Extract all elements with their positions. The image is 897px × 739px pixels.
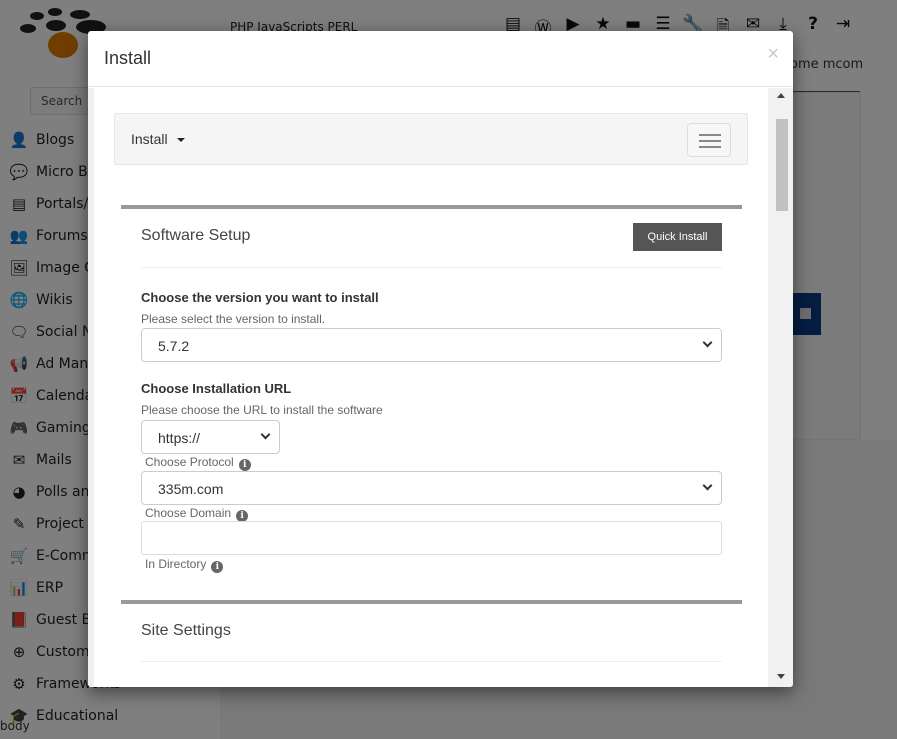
version-select-value: 5.7.2 xyxy=(158,338,190,354)
caret-down-icon xyxy=(176,138,185,143)
install-subnav: Install xyxy=(114,113,748,165)
section-divider xyxy=(141,661,722,662)
version-label: Choose the version you want to install xyxy=(141,290,379,305)
menu-toggle-button[interactable] xyxy=(687,123,731,157)
version-help: Please select the version to install. xyxy=(141,312,326,326)
directory-label: In Directory i xyxy=(145,557,224,573)
section-title: Site Settings xyxy=(141,622,231,639)
hamburger-bar xyxy=(699,140,721,142)
modal-body-edge xyxy=(88,88,94,687)
domain-select-value: 335m.com xyxy=(158,481,224,497)
install-modal: Install × Install Software Setup Quick I… xyxy=(88,31,793,687)
scroll-down-arrow-icon[interactable] xyxy=(777,674,785,679)
installation-url-label: Choose Installation URL xyxy=(141,381,292,396)
hamburger-bar xyxy=(699,134,721,136)
section-title: Software Setup xyxy=(141,227,251,244)
version-select[interactable]: 5.7.2 xyxy=(141,328,722,362)
domain-label-text: Choose Domain xyxy=(145,506,232,520)
protocol-label: Choose Protocol i xyxy=(145,455,251,471)
software-setup-section: Software Setup Quick Install Choose the … xyxy=(121,205,742,585)
chevron-down-icon xyxy=(702,337,713,348)
modal-body: Install Software Setup Quick Install Cho… xyxy=(88,88,793,687)
modal-header: Install × xyxy=(88,31,793,87)
close-button[interactable]: × xyxy=(767,43,779,66)
directory-label-text: In Directory xyxy=(145,557,207,571)
chevron-down-icon xyxy=(702,480,713,491)
installation-url-help: Please choose the URL to install the sof… xyxy=(141,403,383,417)
hamburger-bar xyxy=(699,146,721,148)
protocol-select-value: https:// xyxy=(158,430,201,446)
domain-select[interactable]: 335m.com xyxy=(141,471,722,505)
scroll-thumb[interactable] xyxy=(776,119,788,211)
install-dropdown-label: Install xyxy=(131,131,168,147)
directory-input[interactable] xyxy=(141,521,722,555)
modal-scrollbar[interactable] xyxy=(768,88,793,687)
scroll-up-arrow-icon[interactable] xyxy=(777,93,785,98)
modal-title: Install xyxy=(104,48,152,68)
site-settings-section: Site Settings xyxy=(121,600,742,687)
info-icon[interactable]: i xyxy=(211,561,224,573)
protocol-select[interactable]: https:// xyxy=(141,420,280,454)
chevron-down-icon xyxy=(260,429,271,440)
section-divider xyxy=(141,267,722,268)
install-dropdown[interactable]: Install xyxy=(131,131,185,147)
quick-install-button[interactable]: Quick Install xyxy=(633,223,722,251)
domain-label: Choose Domain i xyxy=(145,506,249,522)
info-icon[interactable]: i xyxy=(238,459,251,471)
protocol-label-text: Choose Protocol xyxy=(145,455,234,469)
